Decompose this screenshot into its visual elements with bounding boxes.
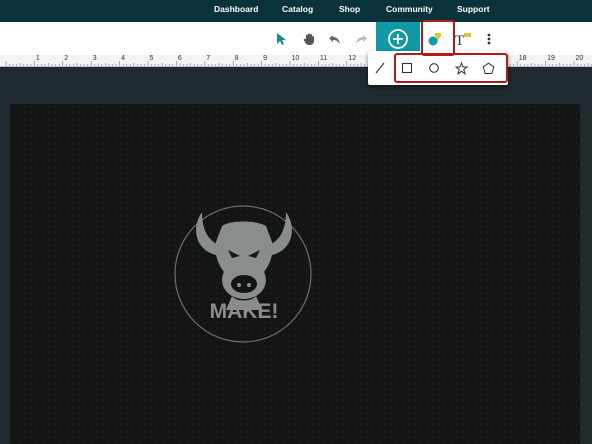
logo-text: MAKE! xyxy=(210,300,279,323)
ruler-label: 12 xyxy=(348,55,357,62)
ruler-label: 2 xyxy=(64,55,69,62)
add-plus-icon xyxy=(388,28,408,49)
bull-logo: MAKE! xyxy=(174,205,312,343)
nav-shop[interactable]: Shop xyxy=(339,4,360,14)
ruler-label: 9 xyxy=(263,55,267,62)
shapes-button-highlight xyxy=(421,20,455,56)
svg-text:T: T xyxy=(455,33,464,47)
nav-dashboard[interactable]: Dashboard xyxy=(214,4,258,14)
select-arrow-icon[interactable] xyxy=(272,30,290,48)
shape-options-highlight xyxy=(394,53,508,83)
ruler-label: 4 xyxy=(121,55,125,62)
undo-icon[interactable] xyxy=(326,30,344,48)
ruler-label: 20 xyxy=(575,55,584,62)
ruler-label: 8 xyxy=(234,55,239,62)
hand-pan-icon[interactable] xyxy=(300,30,318,48)
top-nav-bar: Dashboard Catalog Shop Community Support xyxy=(0,0,592,22)
ruler-label: 11 xyxy=(319,55,328,62)
ruler-label: 19 xyxy=(547,55,555,62)
ruler-label: 6 xyxy=(177,55,182,62)
line-icon[interactable] xyxy=(371,59,389,77)
design-canvas[interactable]: MAKE! xyxy=(10,104,580,444)
ruler-label: 3 xyxy=(92,55,97,62)
ruler-label: 18 xyxy=(518,55,527,62)
ruler-label: 7 xyxy=(206,55,211,62)
ruler-label: 10 xyxy=(291,55,300,62)
nav-support[interactable]: Support xyxy=(457,4,490,14)
ruler-label: 1 xyxy=(35,55,40,62)
nav-catalog[interactable]: Catalog xyxy=(282,4,313,14)
ruler-label: 5 xyxy=(149,55,154,62)
more-vertical-icon[interactable] xyxy=(480,30,498,48)
text-icon[interactable]: T xyxy=(454,30,472,48)
redo-icon[interactable] xyxy=(352,30,370,48)
nav-community[interactable]: Community xyxy=(386,4,433,14)
